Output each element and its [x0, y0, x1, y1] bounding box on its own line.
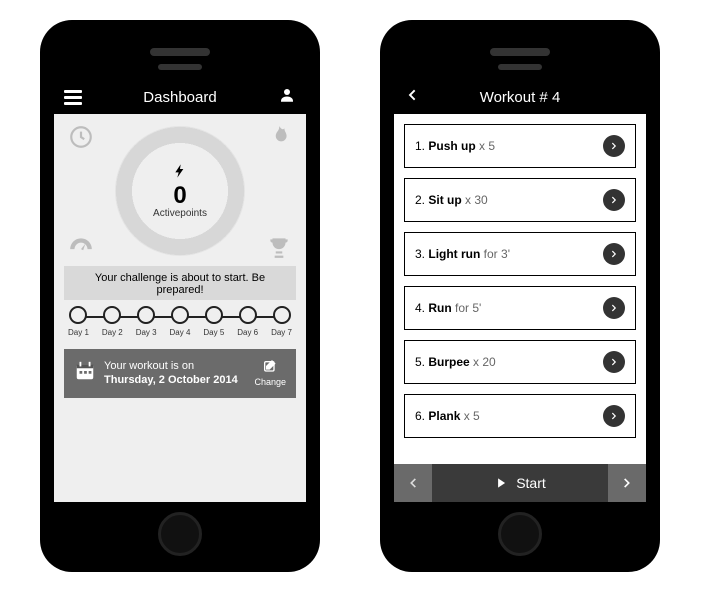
exercise-item[interactable]: 3. Light run for 3'	[404, 232, 636, 276]
activepoints-value: 0	[173, 184, 186, 208]
day-label: Day 6	[237, 328, 258, 337]
trophy-icon[interactable]	[266, 234, 292, 260]
phone-camera	[498, 64, 542, 70]
back-icon[interactable]	[404, 87, 420, 107]
day-label: Day 7	[271, 328, 292, 337]
workout-footer: Start	[394, 464, 646, 502]
day-label: Day 5	[203, 328, 224, 337]
day-node[interactable]: Day 4	[170, 306, 191, 337]
chevron-right-icon	[603, 243, 625, 265]
day-label: Day 3	[136, 328, 157, 337]
home-button[interactable]	[158, 512, 202, 556]
day-node[interactable]: Day 6	[237, 306, 258, 337]
user-icon[interactable]	[278, 86, 296, 108]
activepoints-gauge: 0 Activepoints	[115, 126, 245, 256]
phone-speaker	[490, 48, 550, 56]
page-title: Dashboard	[82, 89, 278, 106]
day-tracker: Day 1 Day 2 Day 3 Day 4 Day 5 Day 6 Day …	[64, 300, 296, 341]
exercise-text: 6. Plank x 5	[415, 409, 480, 423]
exercise-item[interactable]: 4. Run for 5'	[404, 286, 636, 330]
exercise-item[interactable]: 2. Sit up x 30	[404, 178, 636, 222]
activepoints-label: Activepoints	[153, 208, 207, 219]
phone-camera	[158, 64, 202, 70]
exercise-item[interactable]: 5. Burpee x 20	[404, 340, 636, 384]
next-button[interactable]	[608, 464, 646, 502]
workout-bar: Your workout is on Thursday, 2 October 2…	[64, 349, 296, 398]
chevron-right-icon	[603, 351, 625, 373]
chevron-right-icon	[603, 297, 625, 319]
menu-icon[interactable]	[64, 96, 82, 99]
change-button[interactable]: Change	[254, 359, 286, 387]
bolt-icon	[172, 163, 188, 184]
dashboard-header: Dashboard	[54, 80, 306, 114]
day-node[interactable]: Day 7	[271, 306, 292, 337]
screen-workout: Workout # 4 1. Push up x 5 2. Sit up x 3…	[394, 80, 646, 502]
exercise-text: 2. Sit up x 30	[415, 193, 488, 207]
play-icon	[494, 476, 508, 490]
day-label: Day 1	[68, 328, 89, 337]
exercise-text: 5. Burpee x 20	[415, 355, 496, 369]
challenge-banner: Your challenge is about to start. Be pre…	[64, 266, 296, 300]
flame-icon[interactable]	[266, 124, 292, 150]
day-node[interactable]: Day 5	[203, 306, 224, 337]
chevron-right-icon	[603, 135, 625, 157]
day-node[interactable]: Day 2	[102, 306, 123, 337]
home-button[interactable]	[498, 512, 542, 556]
workout-header: Workout # 4	[394, 80, 646, 114]
exercise-list: 1. Push up x 5 2. Sit up x 30 3. Light r…	[394, 114, 646, 464]
speedometer-icon[interactable]	[68, 234, 94, 260]
chevron-right-icon	[603, 189, 625, 211]
exercise-text: 3. Light run for 3'	[415, 247, 510, 261]
exercise-text: 4. Run for 5'	[415, 301, 481, 315]
exercise-item[interactable]: 6. Plank x 5	[404, 394, 636, 438]
dashboard-body: 0 Activepoints Your challenge is about t…	[54, 114, 306, 502]
prev-button[interactable]	[394, 464, 432, 502]
chevron-right-icon	[603, 405, 625, 427]
phone-speaker	[150, 48, 210, 56]
day-node[interactable]: Day 1	[68, 306, 89, 337]
page-title: Workout # 4	[420, 89, 620, 106]
clock-icon[interactable]	[68, 124, 94, 150]
screen-dashboard: Dashboard 0 Activepoin	[54, 80, 306, 502]
day-label: Day 4	[170, 328, 191, 337]
start-label: Start	[516, 475, 546, 491]
calendar-icon	[74, 360, 96, 387]
workout-date: Thursday, 2 October 2014	[104, 374, 238, 386]
phone-workout: Workout # 4 1. Push up x 5 2. Sit up x 3…	[380, 20, 660, 572]
change-label: Change	[254, 377, 286, 387]
exercise-text: 1. Push up x 5	[415, 139, 495, 153]
workout-text: Your workout is on Thursday, 2 October 2…	[104, 359, 246, 388]
day-label: Day 2	[102, 328, 123, 337]
workout-prefix: Your workout is on	[104, 360, 194, 372]
phone-dashboard: Dashboard 0 Activepoin	[40, 20, 320, 572]
exercise-item[interactable]: 1. Push up x 5	[404, 124, 636, 168]
start-button[interactable]: Start	[432, 464, 608, 502]
day-node[interactable]: Day 3	[136, 306, 157, 337]
